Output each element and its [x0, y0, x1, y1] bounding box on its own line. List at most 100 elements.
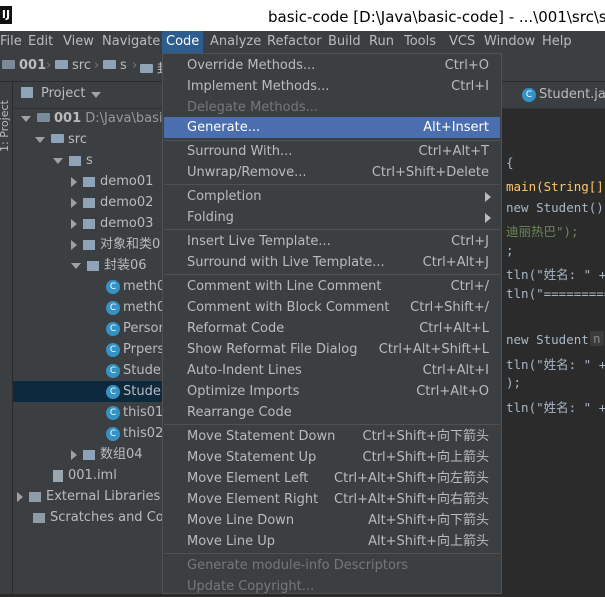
menu-help[interactable]: Help	[542, 31, 572, 53]
expand-arrow-icon[interactable]	[21, 115, 31, 122]
menu-file[interactable]: File	[0, 31, 22, 53]
menu-item-insert-live-template[interactable]: Insert Live Template... Ctrl+J	[164, 231, 500, 252]
menu-view[interactable]: View	[63, 31, 94, 53]
tree-item-iml[interactable]: 001.iml	[13, 465, 163, 486]
menu-window[interactable]: Window	[484, 31, 535, 53]
tree-item-pkg06[interactable]: 封装06	[13, 255, 163, 276]
editor-tab-student[interactable]: CStudent.java	[522, 87, 605, 102]
tree-item-file-selected[interactable]: C Studen	[13, 381, 169, 402]
breadcrumb-separator-icon: ›	[94, 58, 100, 73]
tree-item-demo01[interactable]: demo01	[13, 171, 163, 192]
java-class-icon: C	[106, 363, 120, 378]
tree-item-src[interactable]: src	[13, 129, 163, 150]
tree-item-file[interactable]: Cthis02	[13, 423, 163, 444]
code-menu-dropdown: Override Methods... Ctrl+O Implement Meth…	[162, 53, 502, 594]
folder-icon	[140, 64, 153, 73]
expand-arrow-icon[interactable]	[71, 239, 77, 250]
menu-separator	[164, 553, 500, 554]
menu-item-delegate-methods: Delegate Methods...	[187, 100, 318, 115]
menu-item-unwrap-remove[interactable]: Unwrap/Remove... Ctrl+Shift+Delete	[164, 162, 500, 183]
menu-item-move-statement-up[interactable]: Move Statement Up Ctrl+Shift+向上箭头	[164, 447, 500, 468]
code-line: ;	[506, 243, 514, 258]
expand-arrow-icon[interactable]	[71, 449, 77, 460]
code-line: tln("==========	[506, 286, 605, 301]
breadcrumb-item-001[interactable]: 001	[2, 58, 46, 73]
tree-item-file[interactable]: C Studen	[13, 360, 169, 381]
expand-arrow-icon[interactable]	[35, 136, 45, 143]
folder-icon	[2, 60, 15, 69]
code-line: tln("姓名: " +	[506, 400, 605, 415]
menu-item-move-element-right[interactable]: Move Element Right Ctrl+Alt+Shift+向右箭头	[164, 489, 500, 510]
package-icon	[87, 260, 99, 271]
menu-item-move-line-up[interactable]: Move Line Up Alt+Shift+向上箭头	[164, 531, 500, 552]
tree-item-demo02[interactable]: demo02	[13, 192, 163, 213]
package-icon	[83, 197, 95, 208]
intellij-logo-icon: IJ	[0, 6, 12, 24]
package-icon	[69, 155, 81, 166]
menu-item-optimize-imports[interactable]: Optimize Imports Ctrl+Alt+O	[164, 381, 500, 402]
tree-item-demo03[interactable]: demo03	[13, 213, 163, 234]
menu-item-move-line-down[interactable]: Move Line Down Alt+Shift+向下箭头	[164, 510, 500, 531]
breadcrumb-separator-icon: ›	[46, 58, 52, 73]
menu-item-rearrange-code[interactable]: Rearrange Code	[164, 402, 500, 423]
tree-item-scratches[interactable]: Scratches and Con	[13, 507, 172, 528]
menu-item-surround-with[interactable]: Surround With... Ctrl+Alt+T	[164, 141, 500, 162]
expand-arrow-icon[interactable]	[71, 176, 77, 187]
expand-arrow-icon[interactable]	[53, 157, 63, 164]
tree-item-file[interactable]: Cmeth0	[13, 297, 165, 318]
breadcrumb-item-src[interactable]: src	[55, 58, 91, 73]
menu-code[interactable]: Code	[162, 31, 204, 53]
tree-item-arr04[interactable]: 数组04	[13, 444, 163, 465]
menu-separator	[164, 229, 500, 230]
menu-analyze[interactable]: Analyze	[210, 31, 261, 53]
folder-icon	[103, 60, 116, 69]
menu-tools[interactable]: Tools	[404, 31, 436, 53]
menu-item-completion[interactable]: Completion	[164, 186, 500, 207]
menu-run[interactable]: Run	[369, 31, 394, 53]
menu-refactor[interactable]: Refactor	[267, 31, 322, 53]
menu-item-line-comment[interactable]: Comment with Line Comment Ctrl+/	[164, 276, 500, 297]
tree-item-module[interactable]: 001 D:\Java\basic-	[13, 108, 174, 129]
breadcrumb-separator-icon: ›	[132, 58, 138, 73]
menu-item-block-comment[interactable]: Comment with Block Comment Ctrl+Shift+/	[164, 297, 500, 318]
tree-item-objclass[interactable]: 对象和类0	[13, 234, 163, 255]
menu-navigate[interactable]: Navigate	[102, 31, 160, 53]
expand-arrow-icon[interactable]	[71, 262, 81, 269]
tree-item-file[interactable]: Cthis01	[13, 402, 163, 423]
menu-vcs[interactable]: VCS	[449, 31, 475, 53]
chevron-down-icon[interactable]	[91, 92, 101, 98]
code-line: );	[506, 375, 522, 390]
tree-item-file[interactable]: C Person	[13, 318, 167, 339]
window-title-bar: IJ basic-code [D:\Java\basic-code] - ...…	[0, 0, 605, 31]
tree-item-file[interactable]: C Prpers	[13, 339, 164, 360]
project-tool-tab[interactable]: 1: Project	[0, 92, 14, 152]
menu-item-reformat-dialog[interactable]: Show Reformat File Dialog Ctrl+Alt+Shift+…	[164, 339, 500, 360]
breadcrumb-item-s[interactable]: s	[103, 58, 127, 73]
tree-item-external-libraries[interactable]: External Libraries	[13, 486, 163, 507]
menu-item-folding[interactable]: Folding	[164, 207, 500, 228]
project-tree: 001 D:\Java\basic- src s demo01 demo02 d…	[13, 108, 174, 528]
code-line: main(String[]	[506, 179, 604, 194]
expand-arrow-icon[interactable]	[17, 491, 23, 502]
library-icon	[29, 491, 41, 502]
menu-item-generate[interactable]: Generate... Alt+Insert	[164, 117, 500, 138]
menu-item-auto-indent[interactable]: Auto-Indent Lines Ctrl+Alt+I	[164, 360, 500, 381]
tree-item-file[interactable]: Cmeth0	[13, 276, 165, 297]
folder-icon	[55, 60, 68, 69]
menu-item-move-element-left[interactable]: Move Element Left Ctrl+Alt+Shift+向左箭头	[164, 468, 500, 489]
menu-item-move-statement-down[interactable]: Move Statement Down Ctrl+Shift+向下箭头	[164, 426, 500, 447]
menu-item-override-methods[interactable]: Override Methods... Ctrl+O	[164, 55, 500, 76]
menu-item-reformat-code[interactable]: Reformat Code Ctrl+Alt+L	[164, 318, 500, 339]
menu-separator	[164, 184, 500, 185]
menu-item-surround-live-template[interactable]: Surround with Live Template... Ctrl+Alt+J	[164, 252, 500, 273]
tree-item-s[interactable]: s	[13, 150, 163, 171]
package-icon	[83, 176, 95, 187]
expand-arrow-icon[interactable]	[71, 218, 77, 229]
menu-item-implement-methods[interactable]: Implement Methods... Ctrl+I	[164, 76, 500, 97]
menu-build[interactable]: Build	[328, 31, 361, 53]
code-line: 迪丽热巴");	[506, 224, 579, 239]
project-panel-header: Project	[13, 82, 163, 109]
project-view-label[interactable]: Project	[41, 86, 85, 101]
menu-edit[interactable]: Edit	[28, 31, 53, 53]
expand-arrow-icon[interactable]	[71, 197, 77, 208]
